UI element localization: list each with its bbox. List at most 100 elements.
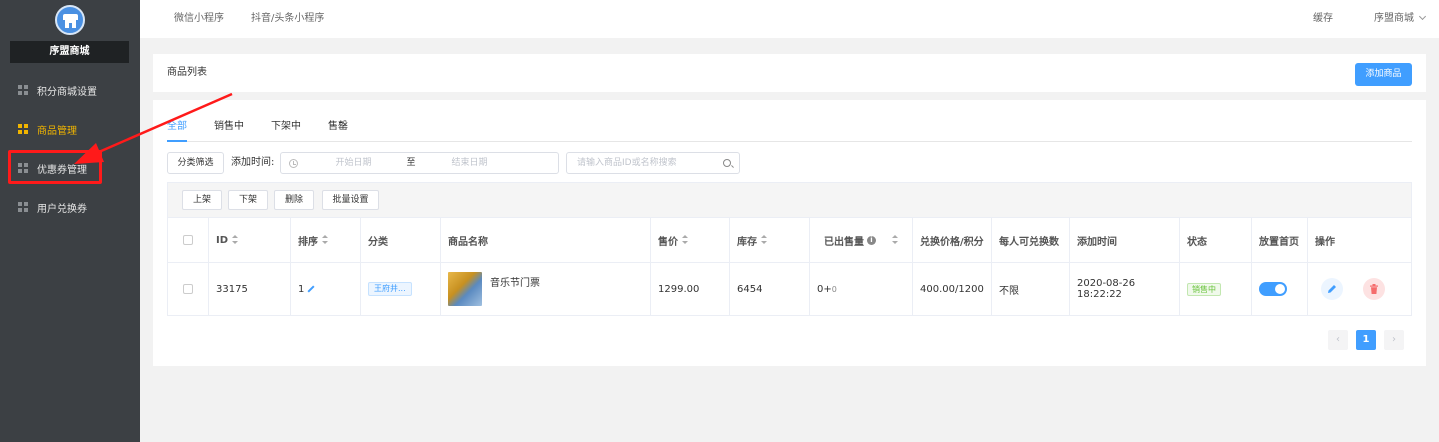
tab-all[interactable]: 全部 — [167, 118, 187, 142]
header-select-all — [168, 218, 209, 262]
row-per-user-limit: 不限 — [992, 263, 1070, 315]
delete-button[interactable] — [1363, 278, 1385, 300]
header-actions: 操作 — [1315, 236, 1335, 248]
row-actions — [1308, 263, 1411, 315]
header-status: 状态 — [1180, 218, 1252, 262]
header-sold[interactable]: 已出售量 i — [810, 218, 913, 262]
product-name-text: 音乐节门票 — [490, 277, 540, 289]
search-icon[interactable] — [723, 159, 731, 167]
header-stock[interactable]: 库存 — [730, 218, 810, 262]
table-row: 33175 1 王府井... 音乐节门票 1299.00 6454 0+ 0 40… — [168, 263, 1411, 315]
grid-icon — [18, 163, 28, 173]
sidebar-item-label: 商品管理 — [37, 125, 77, 137]
header-category: 分类 — [361, 218, 441, 262]
start-date-input[interactable]: 开始日期 — [311, 153, 396, 173]
row-sort-value: 1 — [298, 283, 305, 295]
search-placeholder: 请输入商品ID或名称搜索 — [577, 158, 677, 168]
topnav-wechat-miniprogram[interactable]: 微信小程序 — [174, 0, 224, 38]
tab-on-sale[interactable]: 销售中 — [214, 118, 244, 142]
row-checkbox[interactable] — [183, 284, 193, 294]
product-thumbnail — [448, 272, 482, 306]
header-stock-label: 库存 — [737, 236, 757, 248]
row-price: 1299.00 — [651, 263, 730, 315]
batch-delete-button[interactable]: 删除 — [274, 190, 314, 210]
date-range-separator: 至 — [406, 158, 416, 168]
tab-off-shelf[interactable]: 下架中 — [271, 118, 301, 142]
product-list-card: 全部 销售中 下架中 售罄 分类筛选 添加时间: 开始日期 至 结束日期 请输入… — [153, 100, 1426, 366]
header-per-user-limit: 每人可兑换数 — [992, 218, 1070, 262]
page-number-button[interactable]: 1 — [1356, 330, 1376, 350]
header-id[interactable]: ID — [209, 218, 291, 262]
batch-settings-button[interactable]: 批量设置 — [322, 190, 379, 210]
chevron-down-icon — [1418, 12, 1427, 21]
row-show-on-home — [1252, 263, 1308, 315]
edit-button[interactable] — [1321, 278, 1343, 300]
header-show-on-home: 放置首页 — [1252, 218, 1308, 262]
sidebar-item-points-mall-settings[interactable]: 积分商城设置 — [0, 71, 140, 109]
sidebar-item-user-exchange-coupons[interactable]: 用户兑换券 — [0, 188, 140, 226]
store-dropdown[interactable]: 序盟商城 — [1374, 0, 1427, 38]
tab-sold-out[interactable]: 售罄 — [328, 118, 348, 142]
next-page-button[interactable]: › — [1384, 330, 1404, 350]
topnav-douyin-miniprogram[interactable]: 抖音/头条小程序 — [251, 0, 324, 38]
header-price[interactable]: 售价 — [651, 218, 730, 262]
page-title: 商品列表 — [167, 67, 207, 78]
grid-icon — [18, 124, 28, 134]
header-sort[interactable]: 排序 — [291, 218, 361, 262]
sidebar-item-label: 积分商城设置 — [37, 86, 97, 98]
table-header: ID 排序 分类 商品名称 售价 库存 已出售量 i 兑换价格/积分 每人可兑换数… — [168, 217, 1411, 263]
top-bar: 微信小程序 抖音/头条小程序 缓存 序盟商城 — [140, 0, 1439, 38]
row-id: 33175 — [209, 263, 291, 315]
edit-pencil-icon[interactable] — [307, 285, 315, 293]
sort-icon — [892, 235, 898, 245]
header-price-label: 售价 — [658, 236, 678, 248]
search-input[interactable]: 请输入商品ID或名称搜索 — [566, 152, 740, 174]
row-status: 销售中 — [1180, 263, 1252, 315]
sidebar: 序盟商城 积分商城设置 商品管理 优惠券管理 用户兑换券 — [0, 0, 140, 442]
sort-icon — [761, 235, 767, 245]
header-sort-label: 排序 — [298, 236, 318, 248]
page-header-card: 商品列表 添加商品 — [153, 54, 1426, 92]
sort-icon — [682, 235, 688, 245]
sidebar-item-coupon-management[interactable]: 优惠券管理 — [0, 149, 140, 187]
row-category: 王府井... — [361, 263, 441, 315]
product-table: 上架 下架 删除 批量设置 ID 排序 分类 商品名称 售价 库存 已出售量 i … — [167, 182, 1412, 316]
batch-delist-button[interactable]: 下架 — [228, 190, 268, 210]
grid-icon — [18, 202, 28, 212]
sort-icon — [232, 235, 239, 245]
header-add-time: 添加时间 — [1070, 218, 1180, 262]
row-exchange-price: 400.00/1200 — [913, 263, 992, 315]
end-date-input[interactable]: 结束日期 — [427, 153, 512, 173]
sidebar-item-product-management[interactable]: 商品管理 — [0, 110, 140, 148]
status-tabs: 全部 销售中 下架中 售罄 — [167, 118, 1412, 142]
category-filter-button[interactable]: 分类筛选 — [167, 152, 224, 174]
row-add-time: 2020-08-26 18:22:22 — [1070, 263, 1180, 315]
prev-page-button[interactable]: ‹ — [1328, 330, 1348, 350]
select-all-checkbox[interactable] — [183, 235, 193, 245]
add-product-button[interactable]: 添加商品 — [1355, 63, 1412, 86]
cache-link[interactable]: 缓存 — [1313, 0, 1333, 38]
store-dropdown-label: 序盟商城 — [1374, 13, 1414, 24]
row-sold: 0+ 0 — [810, 263, 913, 315]
row-select-cell — [168, 263, 209, 315]
header-product-name: 商品名称 — [441, 218, 651, 262]
show-on-home-toggle[interactable] — [1259, 282, 1287, 296]
batch-action-bar: 上架 下架 删除 批量设置 — [168, 183, 1411, 217]
sidebar-item-label: 优惠券管理 — [37, 164, 87, 176]
brand-name: 序盟商城 — [10, 41, 129, 63]
store-logo-icon — [55, 5, 85, 35]
header-sold-label: 已出售量 — [824, 236, 864, 248]
row-stock: 6454 — [730, 263, 810, 315]
header-exchange-price: 兑换价格/积分 — [913, 218, 992, 262]
sidebar-item-label: 用户兑换券 — [37, 203, 87, 215]
row-sort[interactable]: 1 — [291, 263, 361, 315]
grid-icon — [18, 85, 28, 95]
info-icon[interactable]: i — [867, 235, 876, 245]
batch-list-button[interactable]: 上架 — [182, 190, 222, 210]
date-range-picker[interactable]: 开始日期 至 结束日期 — [280, 152, 559, 174]
clock-icon — [289, 159, 298, 168]
add-time-label: 添加时间: — [231, 157, 275, 168]
sort-icon — [322, 235, 328, 245]
sold-sub-value: 0 — [831, 284, 837, 294]
pencil-icon — [1328, 285, 1336, 293]
